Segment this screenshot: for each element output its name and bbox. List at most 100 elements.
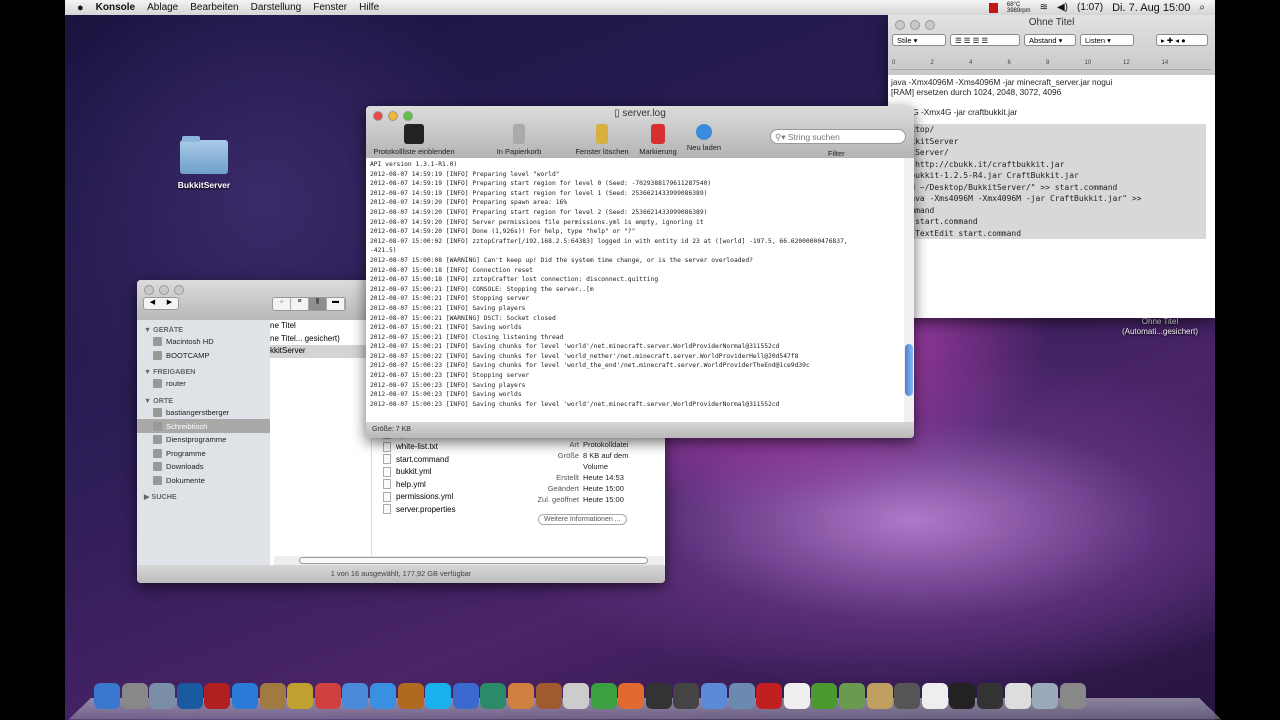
- dock-app-icon[interactable]: [204, 683, 231, 709]
- minimize-button[interactable]: [159, 285, 169, 295]
- dock-app-icon[interactable]: [259, 683, 286, 709]
- wifi-icon[interactable]: ≋: [1040, 2, 1048, 13]
- show-log-list-button[interactable]: Protokollliste einblenden: [372, 124, 456, 156]
- desktop-folder-bukkitserver[interactable]: BukkitServer: [172, 136, 236, 190]
- log-view[interactable]: API version 1.3.1-R1.0) 2012-08-07 14:59:…: [366, 158, 904, 422]
- menu-fenster[interactable]: Fenster: [313, 2, 347, 13]
- dock-app-icon[interactable]: [507, 683, 534, 709]
- sidebar-item[interactable]: Dienstprogramme: [137, 433, 270, 447]
- reload-button[interactable]: Neu laden: [682, 124, 726, 152]
- close-button[interactable]: [144, 285, 154, 295]
- disclosure-icon[interactable]: ▼: [144, 325, 153, 334]
- menu-darstellung[interactable]: Darstellung: [251, 2, 302, 13]
- spotlight-icon[interactable]: ⌕: [1199, 2, 1205, 13]
- sidebar-item[interactable]: Downloads: [137, 460, 270, 474]
- spacing-select[interactable]: Abstand ▾: [1024, 34, 1076, 46]
- dock-app-icon[interactable]: [342, 683, 369, 709]
- sidebar-item[interactable]: Macintosh HD: [137, 335, 270, 349]
- disclosure-icon[interactable]: ▼: [144, 367, 153, 376]
- trash-button[interactable]: In Papierkorb: [488, 124, 550, 156]
- dock-app-icon[interactable]: [618, 683, 645, 709]
- horizontal-scrollbar[interactable]: [274, 556, 664, 565]
- tab-stops[interactable]: ▸ ✚ ◂ ●: [1156, 34, 1208, 46]
- lists-select[interactable]: Listen ▾: [1080, 34, 1134, 46]
- dock-app-icon[interactable]: [590, 683, 617, 709]
- dock-app-icon[interactable]: [425, 683, 452, 709]
- temperature-readout[interactable]: 68°C 3989rpm: [1007, 2, 1031, 14]
- column-item[interactable]: ne Titel... gesichert): [270, 333, 371, 346]
- dock-app-icon[interactable]: [149, 683, 176, 709]
- style-select[interactable]: Stile ▾: [892, 34, 946, 46]
- dock-app-icon[interactable]: [811, 683, 838, 709]
- sidebar-header[interactable]: ▼ FREIGABEN: [137, 362, 270, 377]
- zoom-button[interactable]: [174, 285, 184, 295]
- disclosure-icon[interactable]: ▼: [144, 396, 153, 405]
- column-item[interactable]: ne Titel: [270, 320, 371, 333]
- sidebar-item[interactable]: bastiangerstberger: [137, 406, 270, 420]
- search-input[interactable]: ⚲▾ String suchen: [770, 129, 906, 144]
- dock-app-icon[interactable]: [673, 683, 700, 709]
- dock-app-icon[interactable]: [231, 683, 258, 709]
- dock-app-icon[interactable]: [397, 683, 424, 709]
- file-item[interactable]: permissions.yml: [383, 491, 513, 504]
- menu-bearbeiten[interactable]: Bearbeiten: [190, 2, 238, 13]
- dock-app-icon[interactable]: [701, 683, 728, 709]
- sidebar-header[interactable]: ▼ ORTE: [137, 391, 270, 406]
- alignment-buttons[interactable]: ☰ ☰ ☰ ☰: [950, 34, 1020, 46]
- dock-app-icon[interactable]: [480, 683, 507, 709]
- forward-icon[interactable]: ▶: [161, 298, 178, 309]
- dock-app-icon[interactable]: [176, 683, 203, 709]
- file-item[interactable]: white-list.txt: [383, 441, 513, 454]
- dock-app-icon[interactable]: [949, 683, 976, 709]
- sidebar-item[interactable]: Dokumente: [137, 474, 270, 488]
- volume-icon[interactable]: ◀): [1057, 2, 1068, 13]
- vertical-scrollbar[interactable]: [904, 158, 914, 422]
- disclosure-icon[interactable]: ▶: [144, 492, 152, 501]
- dock-app-icon[interactable]: [563, 683, 590, 709]
- file-item[interactable]: start.command: [383, 453, 513, 466]
- menu-app[interactable]: Konsole: [96, 2, 135, 13]
- back-icon[interactable]: ◀: [144, 298, 161, 309]
- dock-app-icon[interactable]: [535, 683, 562, 709]
- file-item[interactable]: server.properties: [383, 503, 513, 516]
- dock-app-icon[interactable]: [866, 683, 893, 709]
- apple-menu-icon[interactable]: ●: [77, 2, 84, 14]
- menu-ablage[interactable]: Ablage: [147, 2, 178, 13]
- battery-status[interactable]: (1:07): [1077, 2, 1103, 13]
- ruler[interactable]: 0 2 4 6 8 10 12 14: [890, 52, 1211, 70]
- document-text[interactable]: java -Xmx4096M -Xms4096M -jar minecraft_…: [891, 77, 1215, 239]
- status-app-icon[interactable]: [988, 2, 998, 13]
- icon-view-icon[interactable]: ⁘: [273, 298, 291, 310]
- dock-app-icon[interactable]: [121, 683, 148, 709]
- dock-app-icon[interactable]: [783, 683, 810, 709]
- menu-hilfe[interactable]: Hilfe: [359, 2, 379, 13]
- dock-app-icon[interactable]: [1004, 683, 1031, 709]
- coverflow-view-icon[interactable]: ▬: [327, 298, 345, 310]
- dock-app-icon[interactable]: [894, 683, 921, 709]
- sidebar-item[interactable]: Schreibtisch: [137, 419, 270, 433]
- file-item[interactable]: bukkit.yml: [383, 466, 513, 479]
- dock-app-icon[interactable]: [756, 683, 783, 709]
- dock-app-icon[interactable]: [287, 683, 314, 709]
- dock-app-icon[interactable]: [452, 683, 479, 709]
- dock-app-icon[interactable]: [728, 683, 755, 709]
- dock-app-icon[interactable]: [921, 683, 948, 709]
- clock[interactable]: Di. 7. Aug 15:00: [1112, 2, 1190, 14]
- dock-app-icon[interactable]: [94, 683, 120, 709]
- dock-app-icon[interactable]: [314, 683, 341, 709]
- dock-app-icon[interactable]: [977, 683, 1003, 709]
- sidebar-header[interactable]: ▶ SUCHE: [137, 487, 270, 502]
- dock-app-icon[interactable]: [839, 683, 866, 709]
- mark-button[interactable]: Markierung: [636, 124, 680, 156]
- file-item[interactable]: help.yml: [383, 478, 513, 491]
- more-info-button[interactable]: Weitere Informationen ...: [538, 514, 627, 525]
- column-item[interactable]: kkitServer: [270, 345, 371, 358]
- dock-app-icon[interactable]: [369, 683, 396, 709]
- column-view-icon[interactable]: ⫼: [309, 298, 327, 310]
- clear-button[interactable]: Fenster löschen: [571, 124, 633, 156]
- desktop-file-ohne-titel[interactable]: Ohne Titel (Automati...gesichert): [1108, 317, 1212, 337]
- dock-app-icon[interactable]: [645, 683, 672, 709]
- list-view-icon[interactable]: ≡: [291, 298, 309, 310]
- sidebar-item[interactable]: Programme: [137, 447, 270, 461]
- sidebar-header[interactable]: ▼ GERÄTE: [137, 320, 270, 335]
